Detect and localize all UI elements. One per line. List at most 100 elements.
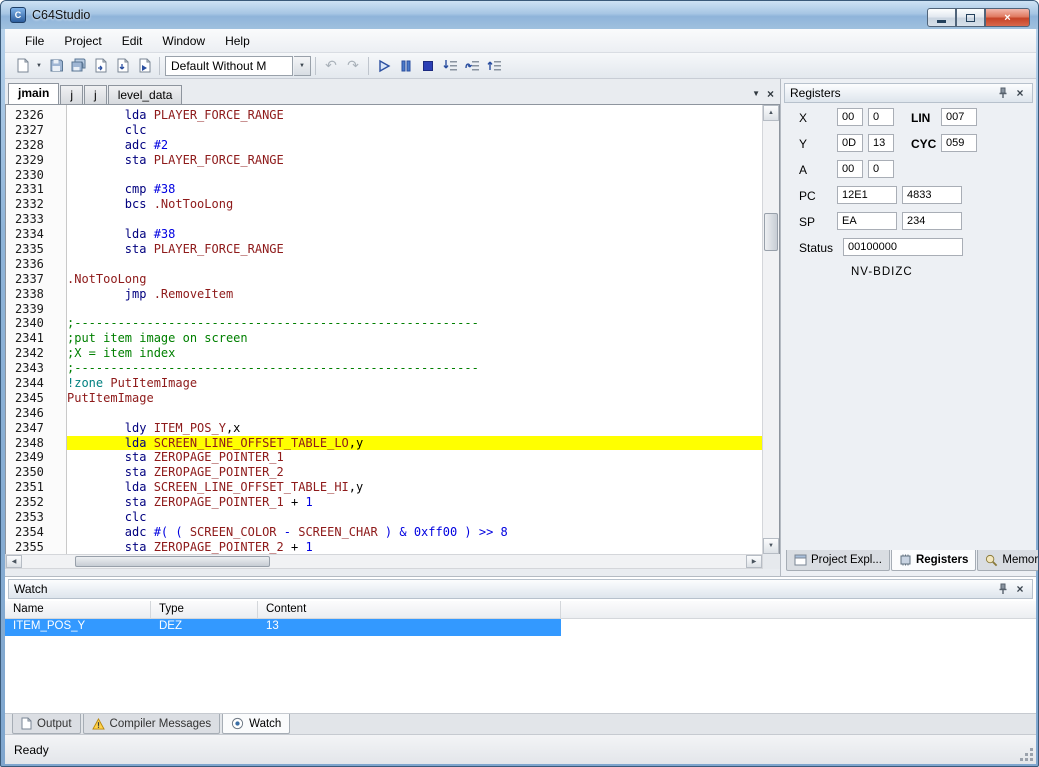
line-number: 2342 — [15, 346, 66, 361]
step-into-button[interactable] — [439, 55, 461, 77]
redo-button[interactable]: ↷ — [342, 55, 364, 77]
menu-item-project[interactable]: Project — [54, 30, 111, 52]
close-button[interactable]: × — [985, 8, 1030, 27]
scroll-down-button[interactable]: ▼ — [763, 538, 779, 554]
app-window: C C64Studio × FileProjectEditWindowHelp … — [0, 0, 1039, 767]
build-profile-combobox[interactable]: Default Without M — [165, 56, 293, 76]
watch-column-content[interactable]: Content — [258, 601, 561, 618]
editor-tabstrip: jmainjjlevel_data ▼ × — [5, 84, 780, 105]
watch-column-type[interactable]: Type — [151, 601, 258, 618]
panel-close-button[interactable]: × — [1013, 86, 1027, 100]
panel-close-button[interactable]: × — [1013, 582, 1027, 596]
tab-list-dropdown-button[interactable]: ▼ — [752, 88, 760, 100]
line-number: 2332 — [15, 197, 66, 212]
editor-code[interactable]: lda PLAYER_FORCE_RANGE clc adc #2 sta PL… — [67, 105, 762, 554]
register-a-dec-input[interactable] — [868, 160, 894, 178]
status-input[interactable] — [843, 238, 963, 256]
new-file-button[interactable] — [11, 55, 33, 77]
bottom-tab-watch[interactable]: Watch — [222, 714, 290, 734]
register-y-hex-input[interactable] — [837, 134, 863, 152]
tab-close-button[interactable]: × — [767, 88, 774, 100]
horizontal-scroll-thumb[interactable] — [75, 556, 270, 567]
register-sp-hex-input[interactable] — [837, 212, 897, 230]
pin-button[interactable] — [996, 582, 1010, 596]
vertical-scrollbar[interactable]: ▲ ▼ — [762, 105, 779, 554]
line-number: 2346 — [15, 406, 66, 421]
scroll-left-button[interactable]: ◀ — [6, 555, 22, 568]
panel-tab-projectexpl[interactable]: Project Expl... — [786, 550, 890, 571]
watch-icon — [231, 717, 244, 730]
code-line: sta PLAYER_FORCE_RANGE — [67, 153, 762, 168]
build-profile-dropdown-button[interactable]: ▼ — [294, 56, 311, 76]
watch-panel-title: Watch — [14, 582, 993, 596]
editor-tab-level_data-3[interactable]: level_data — [108, 85, 183, 104]
redo-icon: ↷ — [347, 57, 359, 74]
title-bar[interactable]: C C64Studio × — [1, 1, 1038, 29]
register-x-hex-input[interactable] — [837, 108, 863, 126]
status-label: Status — [799, 241, 833, 255]
debug-pause-button[interactable] — [395, 55, 417, 77]
step-out-button[interactable] — [483, 55, 505, 77]
step-over-button[interactable] — [461, 55, 483, 77]
debug-run-button[interactable] — [373, 55, 395, 77]
code-line: adc #2 — [67, 138, 762, 153]
editor-tab-j-1[interactable]: j — [60, 85, 83, 104]
compile-button[interactable] — [89, 55, 111, 77]
panel-tab-memory[interactable]: Memory — [977, 550, 1039, 571]
code-line: PutItemImage — [67, 391, 762, 406]
new-file-dropdown-button[interactable]: ▼ — [33, 55, 45, 77]
line-number: 2343 — [15, 361, 66, 376]
bottom-tab-compiler-messages[interactable]: Compiler Messages — [83, 714, 221, 734]
vertical-scroll-thumb[interactable] — [764, 213, 778, 251]
scroll-down-icon: ▼ — [768, 543, 774, 549]
lin-input[interactable] — [941, 108, 977, 126]
horizontal-scrollbar[interactable]: ◀ ▶ — [5, 554, 763, 569]
watch-panel-header: Watch × — [8, 579, 1033, 599]
minimize-button[interactable] — [927, 8, 956, 27]
register-a-hex-input[interactable] — [837, 160, 863, 178]
watch-row-ITEM_POS_Y[interactable]: ITEM_POS_YDEZ13 — [5, 619, 561, 636]
build-icon — [115, 58, 130, 73]
memory-icon — [985, 554, 998, 567]
line-number: 2329 — [15, 153, 66, 168]
editor-tab-j-2[interactable]: j — [84, 85, 107, 104]
register-x-label: X — [799, 111, 807, 125]
debug-stop-button[interactable] — [417, 55, 439, 77]
pin-button[interactable] — [996, 86, 1010, 100]
watch-column-name[interactable]: Name — [5, 601, 151, 618]
undo-button[interactable]: ↶ — [320, 55, 342, 77]
register-pc-hex-input[interactable] — [837, 186, 897, 204]
cyc-input[interactable] — [941, 134, 977, 152]
menu-item-window[interactable]: Window — [152, 30, 215, 52]
scroll-right-button[interactable]: ▶ — [746, 555, 762, 568]
close-icon: × — [1004, 12, 1010, 24]
menu-item-file[interactable]: File — [15, 30, 54, 52]
build-button[interactable] — [111, 55, 133, 77]
register-y-dec-input[interactable] — [868, 134, 894, 152]
caption-buttons: × — [927, 8, 1030, 27]
menu-item-edit[interactable]: Edit — [112, 30, 153, 52]
save-button[interactable] — [45, 55, 67, 77]
registers-panel: Registers × X LIN Y CYC — [780, 79, 1036, 576]
build-and-run-button[interactable] — [133, 55, 155, 77]
register-sp-label: SP — [799, 215, 815, 229]
line-number: 2333 — [15, 212, 66, 227]
register-pc-dec-input[interactable] — [902, 186, 962, 204]
step-out-icon — [487, 59, 502, 73]
register-sp-dec-input[interactable] — [902, 212, 962, 230]
resize-grip[interactable] — [1021, 749, 1033, 761]
current-statement-line: lda SCREEN_LINE_OFFSET_TABLE_LO,y — [67, 436, 762, 451]
code-line: lda SCREEN_LINE_OFFSET_TABLE_HI,y — [67, 480, 762, 495]
save-all-button[interactable] — [67, 55, 89, 77]
register-x-dec-input[interactable] — [868, 108, 894, 126]
panel-tab-registers[interactable]: Registers — [891, 550, 976, 571]
editor-tab-jmain-0[interactable]: jmain — [8, 83, 59, 104]
new-file-icon — [15, 58, 30, 73]
bottom-tab-output[interactable]: Output — [12, 714, 81, 734]
maximize-button[interactable] — [956, 8, 985, 27]
line-number: 2355 — [15, 540, 66, 554]
code-line: ;put item image on screen — [67, 331, 762, 346]
code-editor[interactable]: 2326232723282329233023312332233323342335… — [5, 105, 780, 554]
menu-item-help[interactable]: Help — [215, 30, 260, 52]
scroll-up-button[interactable]: ▲ — [763, 105, 779, 121]
